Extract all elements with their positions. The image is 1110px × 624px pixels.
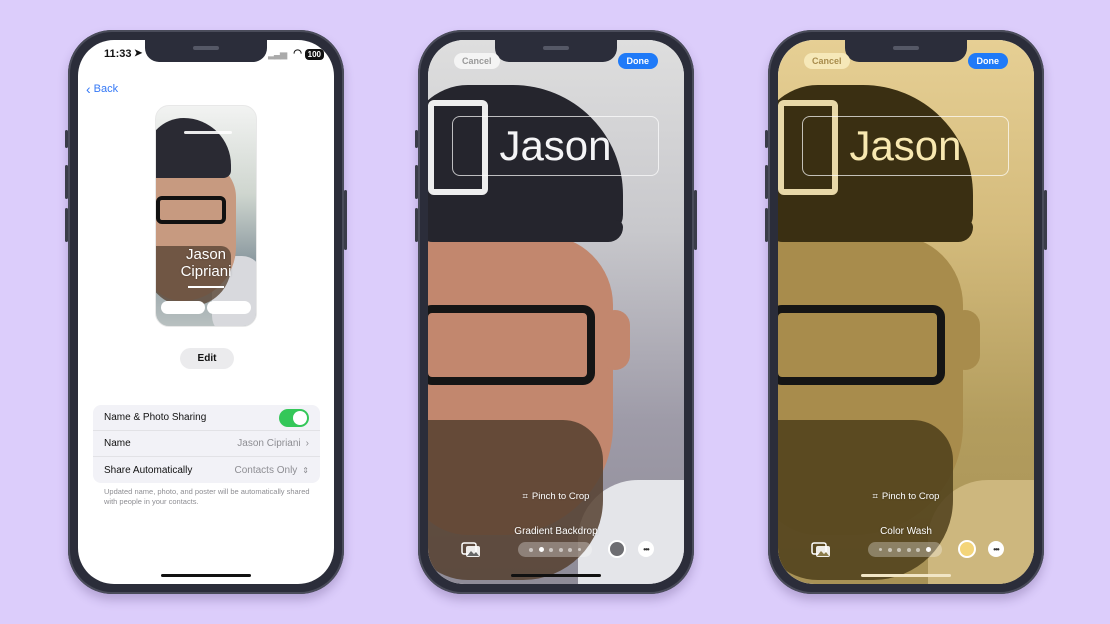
edit-button[interactable]: Edit: [180, 348, 234, 369]
setting-label: Name & Photo Sharing: [104, 412, 207, 423]
poster-first-name: Jason: [185, 246, 227, 263]
page-dot[interactable]: [558, 547, 563, 552]
style-page-indicator[interactable]: [868, 542, 942, 557]
poster-glasses: [156, 196, 226, 224]
color-swatch-button[interactable]: [958, 540, 976, 558]
action-button: [415, 130, 418, 148]
style-page-indicator[interactable]: [518, 542, 592, 557]
volume-up-button: [65, 165, 68, 199]
crop-icon: ⌗: [522, 491, 528, 502]
screen: Cancel Done Jason ⌗ Pinch to Crop Color …: [778, 40, 1034, 584]
wifi-icon: ◠: [293, 48, 302, 59]
notch: [145, 40, 267, 62]
home-indicator[interactable]: [161, 574, 251, 577]
portrait-cap-brim: [428, 220, 623, 242]
action-button: [65, 130, 68, 148]
portrait-glasses: [778, 305, 945, 385]
more-options-button[interactable]: •••: [988, 541, 1004, 557]
crop-hint: ⌗ Pinch to Crop: [428, 491, 684, 502]
portrait-glasses: [428, 305, 595, 385]
color-swatch-button[interactable]: [608, 540, 626, 558]
editor-toolbar: •••: [428, 540, 684, 560]
crop-hint-label: Pinch to Crop: [531, 491, 590, 502]
notch: [495, 40, 617, 62]
page-dot[interactable]: [549, 547, 554, 552]
sharing-footnote: Updated name, photo, and poster will be …: [104, 487, 310, 506]
setting-value: Jason Cipriani: [237, 438, 301, 449]
battery-icon: 100: [304, 49, 324, 60]
page-dot-active[interactable]: [538, 547, 544, 552]
page-dot[interactable]: [529, 547, 534, 552]
portrait-ear: [950, 310, 980, 370]
phone-settings: 11:33 ➤ ▂▃▅ ◠ 100 ‹ Back Jason Cipriani: [65, 30, 347, 594]
location-arrow-icon: ➤: [134, 48, 143, 59]
volume-down-button: [65, 208, 68, 242]
volume-up-button: [415, 165, 418, 199]
page-dot[interactable]: [897, 547, 902, 552]
page-dot[interactable]: [577, 548, 581, 551]
cellular-signal-icon: ▂▃▅: [268, 49, 287, 59]
page-dot[interactable]: [916, 547, 921, 552]
setting-row-share-automatically[interactable]: Share Automatically Contacts Only ⇕: [93, 457, 320, 483]
setting-row-name-photo-sharing[interactable]: Name & Photo Sharing: [93, 405, 320, 431]
contact-poster-preview[interactable]: Jason Cipriani: [155, 105, 257, 327]
setting-value: Contacts Only: [234, 464, 298, 476]
action-button: [765, 130, 768, 148]
phone-poster-editor-gradient: Cancel Done Jason ⌗ Pinch to Crop Gradie…: [415, 30, 697, 594]
photo-library-icon[interactable]: [461, 542, 481, 558]
chevron-up-down-icon: ⇕: [302, 465, 309, 475]
poster-style-name: Color Wash: [880, 526, 932, 537]
back-button[interactable]: ‹ Back: [86, 82, 118, 96]
poster-name-field[interactable]: Jason: [802, 116, 1009, 176]
page-dot[interactable]: [879, 548, 883, 551]
page-dot[interactable]: [568, 547, 573, 552]
power-button: [1044, 190, 1047, 250]
volume-up-button: [765, 165, 768, 199]
more-options-button[interactable]: •••: [638, 541, 654, 557]
crop-hint: ⌗ Pinch to Crop: [778, 491, 1034, 502]
home-indicator[interactable]: [511, 574, 601, 577]
setting-row-name[interactable]: Name Jason Cipriani ›: [93, 431, 320, 457]
home-indicator[interactable]: [861, 574, 951, 577]
poster-name-field[interactable]: Jason: [452, 116, 659, 176]
poster-subtitle-placeholder: [188, 286, 224, 288]
notch: [845, 40, 967, 62]
portrait-cap-brim: [778, 220, 973, 242]
editor-toolbar: •••: [778, 540, 1034, 560]
portrait-ear: [600, 310, 630, 370]
chevron-right-icon: ›: [305, 438, 309, 449]
done-button[interactable]: Done: [967, 53, 1008, 69]
setting-label: Name: [104, 438, 131, 449]
crop-hint-label: Pinch to Crop: [881, 491, 940, 502]
name-photo-sharing-toggle[interactable]: [279, 408, 309, 427]
poster-cap: [156, 118, 231, 178]
poster-action-placeholder: [161, 301, 205, 314]
done-button[interactable]: Done: [617, 53, 658, 69]
page-dot-active[interactable]: [925, 547, 931, 552]
poster-last-name: Cipriani: [180, 263, 232, 280]
chevron-left-icon: ‹: [86, 81, 91, 97]
screen: Cancel Done Jason ⌗ Pinch to Crop Gradie…: [428, 40, 684, 584]
volume-down-button: [415, 208, 418, 242]
poster-style-name: Gradient Backdrop: [514, 526, 598, 537]
status-time: 11:33: [104, 48, 132, 60]
screen: 11:33 ➤ ▂▃▅ ◠ 100 ‹ Back Jason Cipriani: [78, 40, 334, 584]
poster-name: Jason Cipriani: [156, 246, 256, 280]
power-button: [344, 190, 347, 250]
cancel-button[interactable]: Cancel: [804, 53, 850, 69]
power-button: [694, 190, 697, 250]
sharing-settings-group: Name & Photo Sharing Name Jason Cipriani…: [93, 405, 320, 483]
back-label: Back: [93, 83, 119, 95]
setting-label: Share Automatically: [104, 464, 193, 476]
phone-poster-editor-color-wash: Cancel Done Jason ⌗ Pinch to Crop Color …: [765, 30, 1047, 594]
volume-down-button: [765, 208, 768, 242]
poster-time-placeholder: [184, 131, 232, 134]
page-dot[interactable]: [906, 547, 911, 552]
photo-library-icon[interactable]: [811, 542, 831, 558]
poster-action-placeholder: [207, 301, 251, 314]
cancel-button[interactable]: Cancel: [454, 53, 500, 69]
crop-icon: ⌗: [872, 491, 878, 502]
page-dot[interactable]: [887, 547, 892, 552]
